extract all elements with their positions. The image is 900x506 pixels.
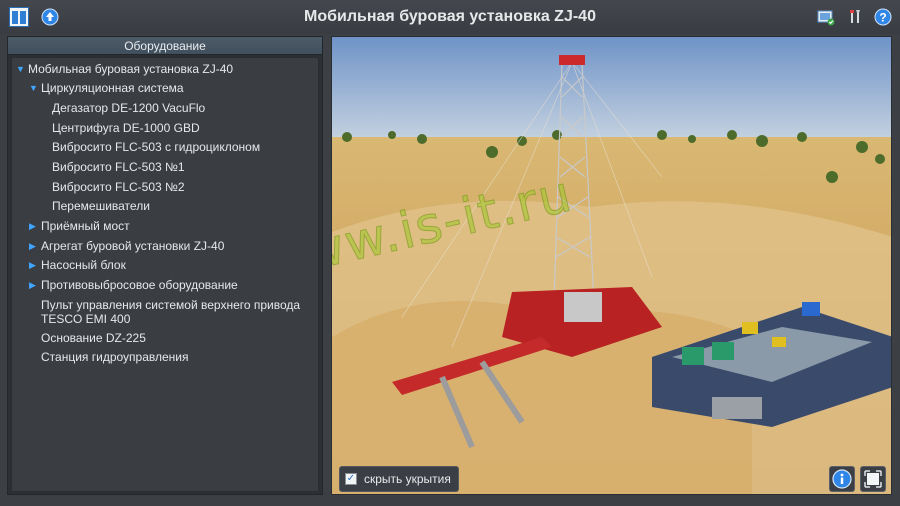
- help-icon: ?: [874, 8, 892, 26]
- page-title: Мобильная буровая установка ZJ-40: [304, 8, 596, 25]
- collapsed-arrow-icon[interactable]: ▶: [29, 258, 41, 272]
- tree-item[interactable]: Дегазатор DE-1200 VacuFlo: [52, 101, 358, 115]
- collapsed-arrow-icon[interactable]: ▶: [29, 219, 41, 233]
- tree-item[interactable]: Вибросито FLC-503 №2: [52, 180, 358, 194]
- panel-toggle-button[interactable]: [9, 7, 29, 27]
- collapsed-arrow-icon[interactable]: ▶: [29, 278, 41, 292]
- tree-item[interactable]: ▶ Противовыбросовое оборудование: [29, 278, 335, 292]
- tree-item[interactable]: Пульт управления системой верхнего приво…: [41, 298, 347, 326]
- info-icon: [832, 469, 852, 489]
- tree-item[interactable]: ▼ Мобильная буровая установка ZJ-40: [16, 62, 322, 76]
- upload-button[interactable]: [40, 7, 60, 27]
- upload-arrow-icon: [41, 8, 59, 26]
- tree-item[interactable]: Центрифуга DE-1000 GBD: [52, 121, 358, 135]
- tree-item[interactable]: Станция гидроуправления: [41, 350, 347, 364]
- drilling-rig-scene-image: [332, 37, 891, 494]
- hide-covers-label: скрыть укрытия: [364, 472, 451, 486]
- collapsed-arrow-icon[interactable]: ▶: [29, 239, 41, 253]
- info-button[interactable]: [829, 466, 855, 492]
- expanded-arrow-icon[interactable]: ▼: [16, 62, 28, 76]
- tree-item[interactable]: ▶ Агрегат буровой установки ZJ-40: [29, 239, 335, 253]
- hide-covers-toggle[interactable]: ✓ скрыть укрытия: [339, 466, 459, 492]
- screenshot-icon: [817, 10, 835, 26]
- equipment-panel: Оборудование ▼ Мобильная буровая установ…: [7, 36, 323, 495]
- help-button[interactable]: ?: [873, 7, 893, 27]
- fit-view-icon: [864, 470, 882, 488]
- tree-item[interactable]: ▶ Приёмный мост: [29, 219, 335, 233]
- tree-item[interactable]: Перемешиватели: [52, 199, 358, 213]
- tools-icon: [850, 10, 860, 23]
- panel-layout-icon: [9, 7, 29, 27]
- tree-item[interactable]: Вибросито FLC-503 с гидроциклоном: [52, 140, 358, 154]
- tree-item[interactable]: ▶ Насосный блок: [29, 258, 335, 272]
- screenshot-button[interactable]: [816, 7, 836, 27]
- tree-item[interactable]: ▼ Циркуляционная система: [29, 81, 335, 95]
- fit-view-button[interactable]: [860, 466, 886, 492]
- svg-text:?: ?: [879, 11, 886, 25]
- tree-item[interactable]: Основание DZ-225: [41, 331, 347, 345]
- panel-header: Оборудование: [8, 37, 322, 55]
- tree-item[interactable]: Вибросито FLC-503 №1: [52, 160, 358, 174]
- 3d-viewport[interactable]: www.is-it.ru: [331, 36, 892, 495]
- expanded-arrow-icon[interactable]: ▼: [29, 81, 41, 95]
- hide-covers-checkbox[interactable]: ✓: [345, 473, 357, 485]
- tools-button[interactable]: [845, 7, 865, 27]
- equipment-tree: ▼ Мобильная буровая установка ZJ-40 ▼ Ци…: [11, 57, 319, 492]
